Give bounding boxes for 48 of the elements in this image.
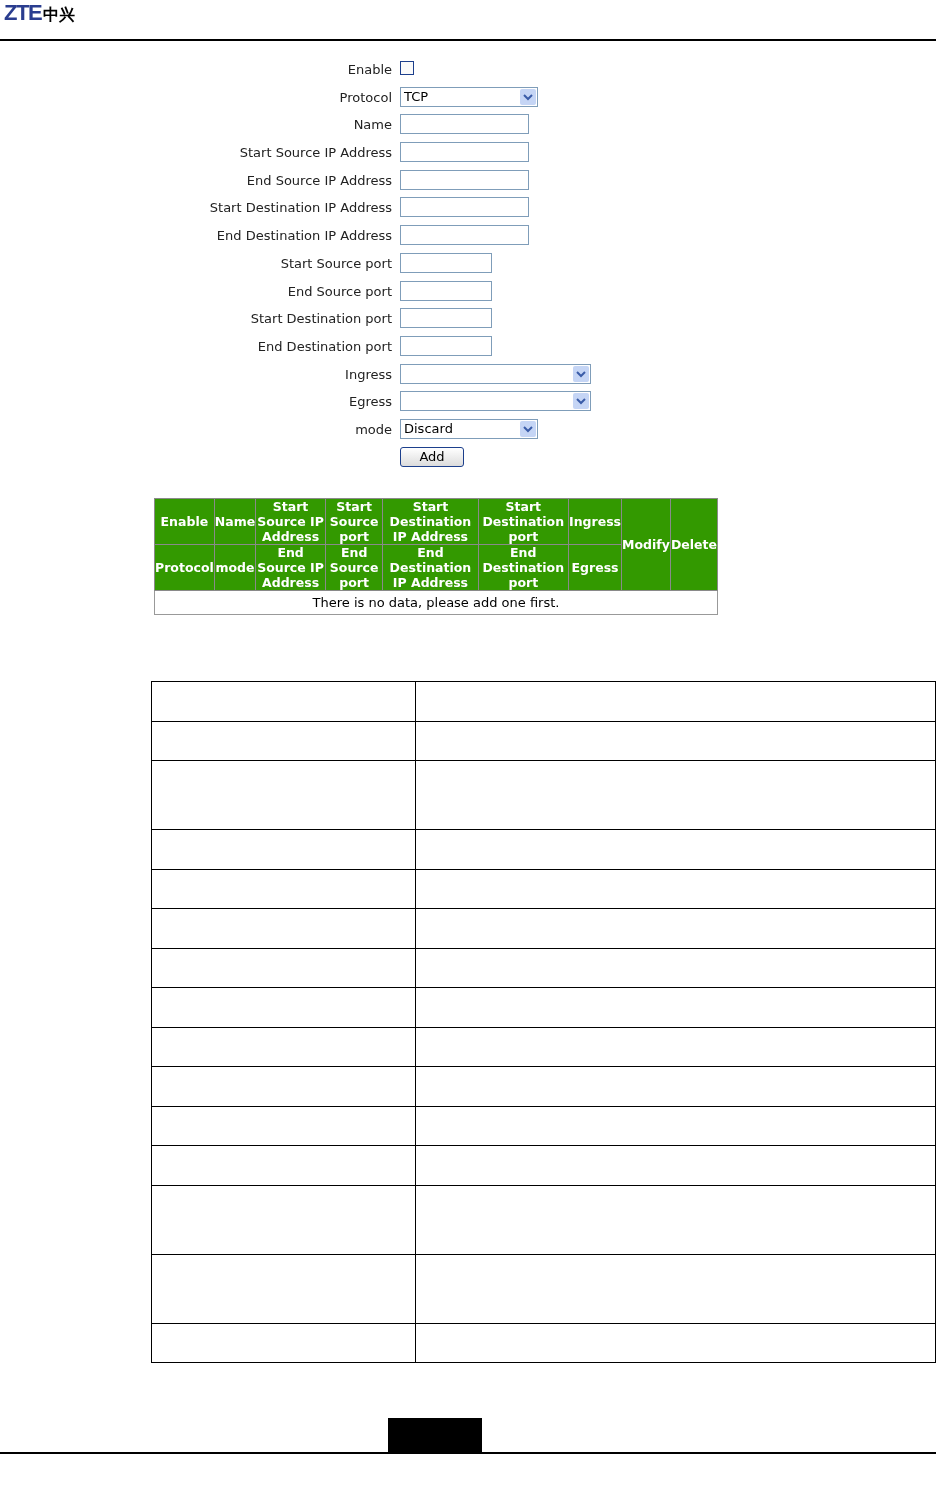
field-label: Protocol [338, 88, 392, 107]
column-header: Modify [621, 498, 671, 591]
column-header: Egress [568, 544, 622, 591]
input-field[interactable] [400, 197, 529, 218]
logo-text: ZTE [4, 0, 43, 26]
field-label: Start Destination port [249, 310, 392, 329]
input-field[interactable] [400, 308, 492, 329]
dropdown-field[interactable]: TCP [400, 86, 538, 107]
column-header: Delete [670, 498, 718, 591]
column-header: Start Destination port [478, 498, 569, 545]
field-label: Enable [346, 61, 392, 79]
input-field[interactable] [400, 142, 529, 163]
input-field[interactable] [400, 225, 529, 246]
add-button[interactable]: Add [400, 446, 464, 467]
field-label: Egress [347, 393, 392, 412]
dropdown-field[interactable]: Discard [400, 418, 538, 439]
column-header: Enable [154, 498, 215, 545]
field-label: End Destination IP Address [215, 227, 392, 246]
field-label: End Destination port [256, 337, 392, 356]
empty-message: There is no data, please add one first. [154, 590, 718, 615]
field-label: Name [352, 116, 392, 135]
field-label: End Source IP Address [245, 171, 392, 190]
column-header: Start Source IP Address [255, 498, 326, 545]
field-label: End Source port [286, 282, 392, 301]
input-field[interactable] [400, 280, 492, 301]
column-header: End Destination IP Address [382, 544, 479, 591]
input-field[interactable] [400, 335, 492, 356]
input-field[interactable] [400, 114, 529, 135]
column-header: Start Destination IP Address [382, 498, 479, 545]
column-header: Start Source port [325, 498, 383, 545]
dropdown-field[interactable] [400, 391, 591, 412]
logo-chinese-text: 中兴 [43, 5, 76, 26]
column-header: Name [214, 498, 256, 545]
field-label: mode [354, 420, 392, 439]
input-field[interactable] [400, 169, 529, 190]
column-header: Protocol [154, 544, 215, 591]
column-header: End Source port [325, 544, 383, 591]
input-field[interactable] [400, 252, 492, 273]
enable-checkbox[interactable] [400, 61, 414, 75]
field-label: Start Destination IP Address [208, 199, 392, 218]
column-header: Ingress [568, 498, 622, 545]
column-header: End Destination port [478, 544, 569, 591]
dropdown-field[interactable] [400, 363, 591, 384]
column-header: mode [214, 544, 256, 591]
column-header: End Source IP Address [255, 544, 326, 591]
field-label: Start Source port [279, 254, 392, 273]
field-label: Start Source IP Address [238, 144, 392, 163]
field-label: Ingress [344, 365, 392, 384]
